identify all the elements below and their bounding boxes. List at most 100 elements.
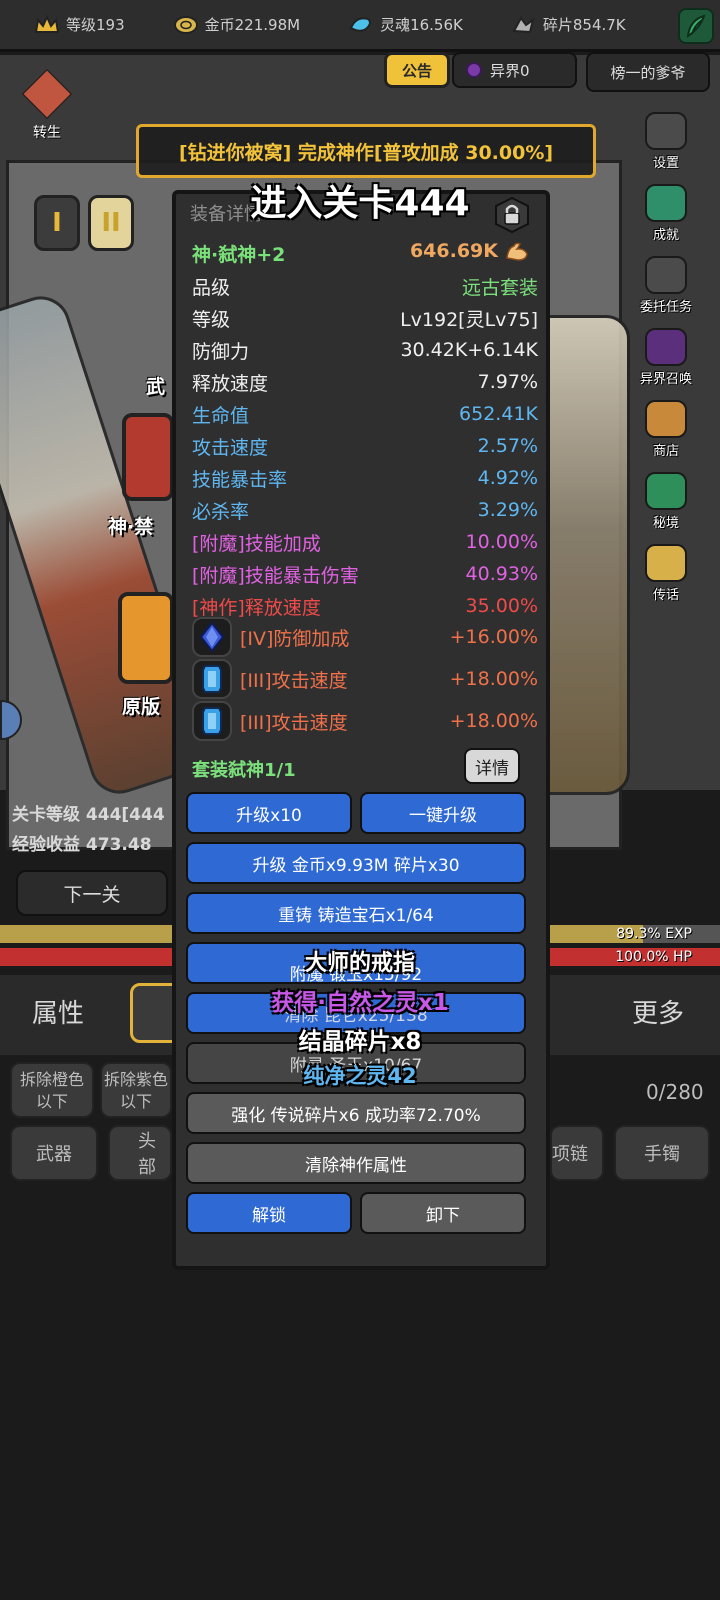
category-weapon[interactable]: 武器 [10, 1125, 98, 1181]
gold-label: 金币221.98M [204, 16, 301, 34]
strengthen-button[interactable]: 强化 传说碎片x6 成功率72.70% [186, 1092, 526, 1134]
set-bonus-label: 套装弑神1/1 [192, 760, 296, 781]
dismantle-orange-button[interactable]: 拆除橙色 以下 [10, 1062, 94, 1118]
item-name: 神·弑神+2 [192, 244, 286, 266]
one-click-upgrade-button[interactable]: 一键升级 [360, 792, 526, 834]
dismantle-purple-button[interactable]: 拆除紫色 以下 [100, 1062, 172, 1118]
stat-value: 10.00% [465, 531, 538, 553]
purify-button[interactable]: 清除 昆仑x25/138 [186, 992, 526, 1034]
rebirth-icon [21, 68, 73, 120]
stat-label: 生命值 [192, 404, 250, 427]
unlock-button[interactable]: 解锁 [186, 1192, 352, 1234]
inventory-count: 0/280 [646, 1080, 704, 1104]
stat-value: 652.41K [459, 403, 538, 425]
level-label: 等级193 [66, 16, 125, 34]
stat-row: 防御力 30.42K+6.14K [192, 335, 538, 365]
stat-value: 35.00% [465, 595, 538, 617]
side-item-label: 成就 [652, 227, 679, 243]
stat-row: 技能暴击率 4.92% [192, 463, 538, 493]
gold-resource: 金币221.98M [173, 14, 300, 36]
equipped-weapon-slot[interactable] [122, 413, 174, 501]
next-stage-button[interactable]: 下一关 [16, 870, 168, 916]
tier-2-button[interactable]: II [88, 195, 134, 251]
stat-value: 30.42K+6.14K [400, 339, 538, 361]
gem-label: [III]攻击速度 [240, 669, 348, 692]
stat-label: [附魔]技能加成 [192, 532, 321, 555]
filter-label: 以下 [119, 1092, 152, 1111]
category-head[interactable]: 头部 [108, 1125, 172, 1181]
category-necklace[interactable]: 项链 [550, 1125, 604, 1181]
realm-button[interactable]: 异界0 [452, 52, 577, 88]
portal-icon [645, 327, 687, 366]
equipment-detail-modal: 装备详情 神·弑神+2 646.69K 品级 远古套装 等级 Lv192[灵Lv75]… [172, 190, 550, 1270]
stat-row: 释放速度 7.97% [192, 367, 538, 397]
original-weapon-slot[interactable] [118, 592, 174, 684]
stat-row: [附魔]技能暴击伤害 40.93% [192, 559, 538, 589]
realm-label: 异界0 [490, 61, 530, 80]
side-item-commission[interactable]: 委托任务 [624, 249, 708, 321]
tab-more[interactable]: 更多 [632, 993, 684, 1030]
upgrade-cost-button[interactable]: 升级 金币x9.93M 碎片x30 [186, 842, 526, 884]
exp-gain: 经验收益 473.48 [12, 835, 152, 855]
upgrade-x10-button[interactable]: 升级x10 [186, 792, 352, 834]
side-item-label: 传话 [652, 587, 679, 603]
rebirth-button[interactable]: 转生 [20, 68, 74, 142]
original-weapon-label: 原版 [122, 696, 161, 718]
soul-resource: 灵魂16.56K [348, 14, 463, 36]
stat-row: 必杀率 3.29% [192, 495, 538, 525]
rank-button[interactable]: 榜一的爹爷 [586, 52, 710, 92]
category-bracelet[interactable]: 手镯 [614, 1125, 710, 1181]
gem-value: +16.00% [449, 626, 538, 648]
stat-label: 释放速度 [192, 372, 269, 395]
item-power: 646.69K [410, 240, 530, 262]
filter-label: 拆除橙色 [19, 1070, 84, 1089]
fragment-label: 碎片854.7K [542, 16, 626, 34]
gem-row: [IV]防御加成 +16.00% [192, 616, 538, 658]
side-item-secret-realm[interactable]: 秘境 [624, 465, 708, 537]
stage-level: 关卡等级 444[444 [12, 805, 165, 825]
gem-label: [III]攻击速度 [240, 711, 348, 734]
clear-god-attribute-button[interactable]: 清除神作属性 [186, 1142, 526, 1184]
attach-spirit-button[interactable]: 附灵 圣玉x10/67 [186, 1042, 526, 1084]
gem-label: [IV]防御加成 [240, 627, 350, 650]
power-value: 646.69K [409, 240, 498, 262]
stat-value: 3.29% [477, 499, 538, 521]
gem-row: [III]攻击速度 +18.00% [192, 658, 538, 700]
stat-row: [附魔]技能加成 10.00% [192, 527, 538, 557]
leaf-menu-button[interactable] [678, 8, 714, 44]
stat-row: 等级 Lv192[灵Lv75] [192, 303, 538, 333]
bag-icon [645, 399, 687, 438]
side-item-summon[interactable]: 异界召唤 [624, 321, 708, 393]
tier-1-button[interactable]: I [34, 195, 80, 251]
side-item-shop[interactable]: 商店 [624, 393, 708, 465]
rebirth-label: 转生 [33, 125, 61, 141]
stat-label: [附魔]技能暴击伤害 [192, 564, 359, 587]
side-item-settings[interactable]: 设置 [624, 105, 708, 177]
stat-label: 品级 [192, 276, 231, 299]
stat-value: 2.57% [477, 435, 538, 457]
stat-value: 40.93% [465, 563, 538, 585]
lock-icon[interactable] [492, 196, 532, 234]
reforge-button[interactable]: 重铸 铸造宝石x1/64 [186, 892, 526, 934]
stat-label: 技能暴击率 [192, 468, 288, 491]
filter-label: 拆除紫色 [103, 1070, 168, 1089]
soul-icon [349, 16, 372, 32]
unequip-button[interactable]: 卸下 [360, 1192, 526, 1234]
fragment-icon [512, 15, 535, 33]
side-item-achievement[interactable]: 成就 [624, 177, 708, 249]
filter-label: 以下 [35, 1092, 68, 1111]
stage-info: 关卡等级 444[444 经验收益 473.48 [12, 800, 165, 860]
side-menu: 设置 成就 委托任务 异界召唤 商店 秘境 传话 [624, 105, 708, 609]
weapon-slot-label: 武 [146, 376, 166, 398]
crystal-gem-icon[interactable] [192, 659, 232, 699]
muscle-arm-icon [506, 242, 528, 261]
stat-value: 远古套装 [461, 276, 538, 299]
stat-value: 4.92% [477, 467, 538, 489]
crystal-gem-icon[interactable] [192, 701, 232, 741]
notice-button[interactable]: 公告 [384, 52, 450, 88]
set-detail-button[interactable]: 详情 [464, 748, 520, 784]
enchant-button[interactable]: 附魔 锻玉x15/92 [186, 942, 526, 985]
sapphire-gem-icon[interactable] [192, 617, 232, 657]
tab-attributes[interactable]: 属性 [32, 993, 84, 1030]
side-item-message[interactable]: 传话 [624, 537, 708, 609]
